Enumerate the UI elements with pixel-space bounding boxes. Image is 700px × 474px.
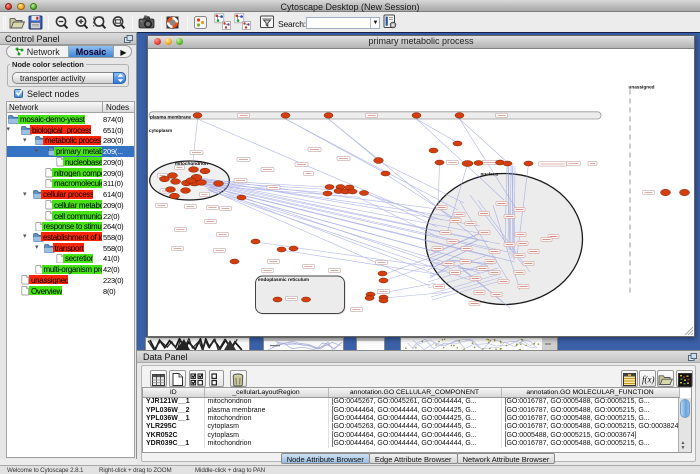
svg-text:plasma membrane: plasma membrane (150, 113, 191, 119)
svg-text:unassigned: unassigned (629, 84, 655, 90)
svg-text:cytoplasm: cytoplasm (149, 127, 172, 133)
svg-text:endoplasmic reticulum: endoplasmic reticulum (258, 276, 309, 282)
svg-text:nucleus: nucleus (481, 171, 499, 177)
svg-text:f(x): f(x) (642, 375, 655, 385)
